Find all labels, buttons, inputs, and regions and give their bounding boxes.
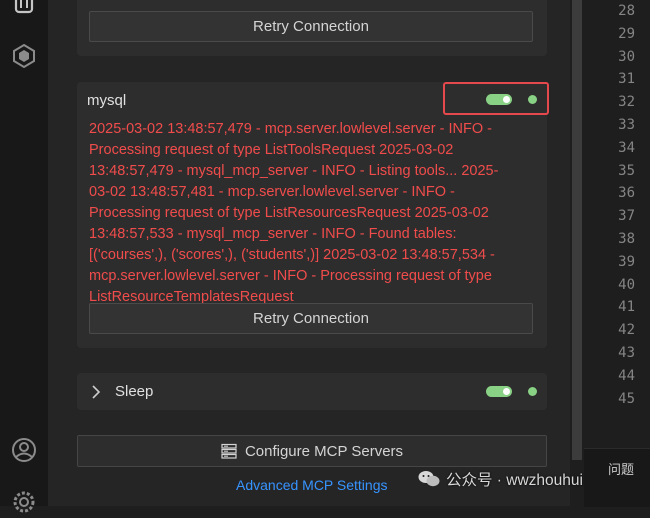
- wechat-logo-icon: [418, 471, 440, 487]
- line-number: 34: [618, 139, 635, 156]
- line-number: 30: [618, 48, 635, 65]
- line-number: 41: [618, 299, 635, 316]
- extensions-icon[interactable]: [8, 0, 40, 20]
- mcp-servers-panel: Retry Connection mysql 2025-03-02 13:48:…: [48, 0, 570, 506]
- server-icon: [221, 443, 237, 459]
- editor-gutter: 28 29 30 31 32 33 34 35 36 37 38 39 40 41 42 43 44 45: [584, 0, 650, 506]
- line-number: 37: [618, 208, 635, 225]
- log-line: mcp.server.lowlevel.server - INFO - Proc…: [89, 268, 492, 284]
- sidebar-scrollbar-thumb[interactable]: [572, 0, 582, 460]
- chevron-right-icon[interactable]: [91, 385, 101, 399]
- toggle-knob: [503, 388, 510, 395]
- highlight-annotation: [443, 82, 549, 115]
- line-number: 43: [618, 344, 635, 361]
- advanced-mcp-settings-link[interactable]: Advanced MCP Settings: [236, 477, 388, 493]
- log-line: Processing request of type ListToolsRequ…: [89, 142, 454, 158]
- retry-connection-button[interactable]: Retry Connection: [89, 11, 533, 42]
- server-card-sleep[interactable]: Sleep: [77, 373, 547, 410]
- line-number: 29: [618, 25, 635, 42]
- configure-label: Configure MCP Servers: [244, 442, 404, 460]
- line-number: 39: [618, 253, 635, 270]
- error-log: 2025-03-02 13:48:57,479 - mcp.server.low…: [89, 119, 545, 308]
- line-number: 36: [618, 185, 635, 202]
- tab-problems[interactable]: 问题: [608, 459, 634, 478]
- server-name: Sleep: [115, 383, 154, 400]
- line-number: 33: [618, 116, 635, 133]
- line-number: 42: [618, 322, 635, 339]
- server-card-mysql: mysql 2025-03-02 13:48:57,479 - mcp.serv…: [77, 82, 547, 348]
- log-line: 13:48:57,533 - mysql_mcp_server - INFO -…: [89, 226, 457, 242]
- account-icon[interactable]: [8, 434, 40, 466]
- log-line: 03-02 13:48:57,481 - mcp.server.lowlevel…: [89, 184, 455, 200]
- activity-bar: [0, 0, 48, 513]
- line-number: 31: [618, 71, 635, 88]
- line-number: 40: [618, 276, 635, 293]
- log-line: 2025-03-02 13:48:57,479 - mcp.server.low…: [89, 121, 492, 137]
- line-number: 38: [618, 230, 635, 247]
- watermark: 公众号 · wwzhouhui: [418, 468, 583, 490]
- server-enable-toggle[interactable]: [486, 386, 512, 397]
- configure-mcp-servers-button[interactable]: Configure MCP Servers: [77, 435, 547, 467]
- settings-gear-icon[interactable]: [8, 486, 40, 518]
- line-number: 45: [618, 390, 635, 407]
- log-line: 13:48:57,479 - mysql_mcp_server - INFO -…: [89, 163, 499, 179]
- log-line: [('courses',), ('scores',), ('students',…: [89, 247, 495, 263]
- line-numbers: 28 29 30 31 32 33 34 35 36 37 38 39 40 41 42 43 44 45: [618, 0, 635, 410]
- watermark-text: 公众号 · wwzhouhui: [446, 472, 583, 489]
- line-number: 28: [618, 3, 635, 19]
- server-name: mysql: [87, 92, 127, 109]
- status-dot-connected: [528, 387, 537, 396]
- line-number: 32: [618, 94, 635, 111]
- line-number: 35: [618, 162, 635, 179]
- mcp-hexagon-icon[interactable]: [8, 40, 40, 72]
- line-number: 44: [618, 367, 635, 384]
- server-card-previous: Retry Connection: [77, 0, 547, 56]
- retry-connection-button[interactable]: Retry Connection: [89, 303, 533, 334]
- log-line: Processing request of type ListResources…: [89, 205, 489, 221]
